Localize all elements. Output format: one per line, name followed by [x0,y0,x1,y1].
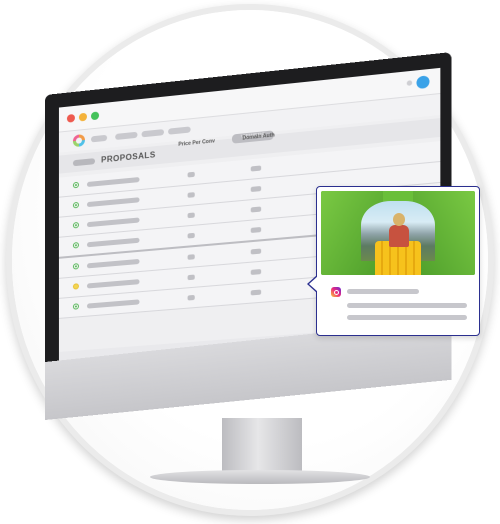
close-window-button[interactable] [66,113,75,123]
row-name [86,279,140,289]
status-icon [72,201,79,209]
row-domain [250,289,262,296]
card-pointer [307,275,318,293]
row-domain [250,248,262,255]
instagram-icon [331,287,341,297]
row-domain [250,185,262,193]
post-caption-line [347,303,467,308]
row-domain [250,269,262,275]
nav-item[interactable] [141,129,164,138]
status-icon [72,221,79,229]
post-image[interactable] [321,191,475,275]
row-price [187,274,195,281]
row-domain [250,206,262,213]
row-price [187,212,195,219]
row-price [187,192,195,198]
row-name [86,197,140,208]
row-name [86,237,140,248]
monitor-base [150,470,370,484]
notification-icon[interactable] [406,80,413,86]
avatar[interactable] [416,75,430,90]
row-price [187,232,195,239]
row-domain [250,165,262,172]
nav-item[interactable] [168,126,191,135]
row-price [187,254,195,260]
row-domain [250,226,262,234]
row-name [86,177,140,188]
row-name [86,217,140,228]
status-icon [72,303,79,310]
social-post-card[interactable] [307,186,480,336]
status-icon [72,283,79,290]
row-price [187,294,195,301]
row-price [187,171,195,178]
status-icon [72,181,79,189]
brand-logo-icon[interactable] [72,133,85,148]
maximize-window-button[interactable] [90,111,100,121]
status-icon [72,263,79,270]
row-name [86,299,140,309]
status-icon [72,242,79,249]
nav-item[interactable] [90,134,108,143]
section-title: PROPOSALS [101,150,156,165]
nav-item[interactable] [115,131,138,141]
monitor-stand [222,418,302,474]
post-author [347,289,419,294]
minimize-window-button[interactable] [78,112,87,122]
row-name [86,258,140,269]
post-caption-line [347,315,467,320]
back-pill[interactable] [72,158,96,167]
